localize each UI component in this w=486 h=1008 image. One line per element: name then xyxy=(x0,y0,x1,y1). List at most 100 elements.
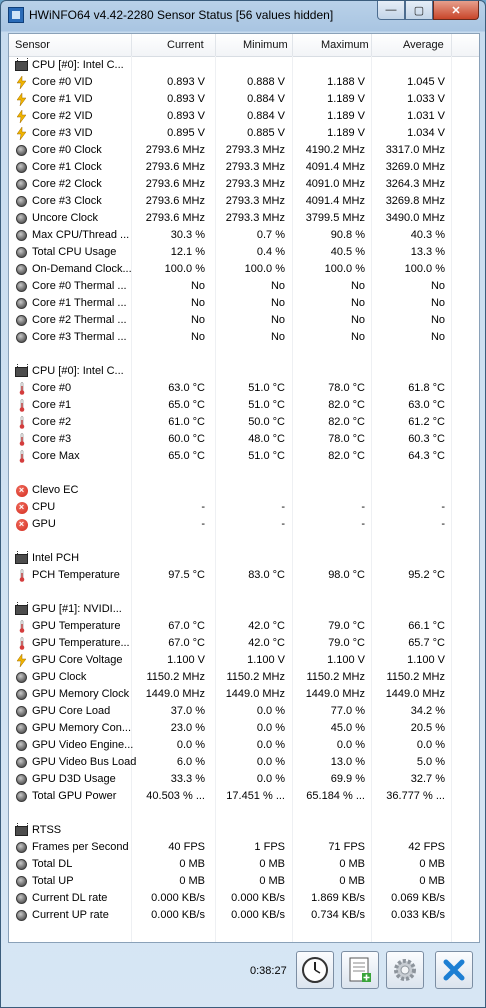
sensor-row[interactable]: Total GPU Power 40.503 % ... 17.451 % ... 6… xyxy=(9,788,479,805)
value-average: 0.069 KB/s xyxy=(391,892,445,904)
value-average: 42 FPS xyxy=(408,841,445,853)
sensor-row[interactable]: Core #1 65.0 °C 51.0 °C 82.0 °C 63.0 °C xyxy=(9,397,479,414)
thermometer-icon xyxy=(15,450,28,463)
sensor-label: GPU Video Bus Load xyxy=(32,756,137,768)
value-minimum: - xyxy=(281,518,285,530)
sensor-row[interactable]: Core #2 Thermal ... No No No No xyxy=(9,312,479,329)
sensor-row[interactable]: Core #0 Clock 2793.6 MHz 2793.3 MHz 4190.2 … xyxy=(9,142,479,159)
column-header-maximum[interactable]: Maximum xyxy=(321,39,369,51)
value-current: 65.0 °C xyxy=(168,399,205,411)
sensor-group-row[interactable]: CPU [#0]: Intel C... xyxy=(9,363,479,380)
value-maximum: 13.0 % xyxy=(330,756,365,768)
sensor-group-row[interactable]: CPU [#0]: Intel C... xyxy=(9,57,479,74)
sensor-row[interactable]: Core #2 VID 0.893 V 0.884 V 1.189 V 1.031 V xyxy=(9,108,479,125)
sensor-row[interactable]: GPU Memory Clock 1449.0 MHz 1449.0 MHz 1449… xyxy=(9,686,479,703)
value-minimum: 2793.3 MHz xyxy=(225,178,285,190)
dial-icon xyxy=(15,688,28,701)
sensor-row[interactable]: GPU Memory Con... 23.0 % 0.0 % 45.0 % 20.5 % xyxy=(9,720,479,737)
clock-button[interactable] xyxy=(296,951,334,989)
sensor-row[interactable]: GPU Video Engine... 0.0 % 0.0 % 0.0 % 0.0 % xyxy=(9,737,479,754)
column-header-average[interactable]: Average xyxy=(403,39,444,51)
close-button[interactable]: ✕ xyxy=(433,1,479,20)
settings-button[interactable] xyxy=(386,951,424,989)
sensor-row[interactable]: Max CPU/Thread ... 30.3 % 0.7 % 90.8 % 40.3 … xyxy=(9,227,479,244)
value-current: 0.893 V xyxy=(167,110,205,122)
value-maximum: 90.8 % xyxy=(330,229,365,241)
sensor-label: GPU D3D Usage xyxy=(32,773,116,785)
sensor-row[interactable]: Core #0 63.0 °C 51.0 °C 78.0 °C 61.8 °C xyxy=(9,380,479,397)
sensor-list[interactable]: Sensor Current Minimum Maximum Average C… xyxy=(8,33,480,943)
column-header-sensor[interactable]: Sensor xyxy=(15,39,50,51)
value-minimum: No xyxy=(270,280,285,292)
value-minimum: 0.888 V xyxy=(247,76,285,88)
sensor-row[interactable]: Core #3 Thermal ... No No No No xyxy=(9,329,479,346)
sensor-label: Total CPU Usage xyxy=(32,246,117,258)
sensor-group-row[interactable]: RTSS xyxy=(9,822,479,839)
title-bar[interactable]: HWiNFO64 v4.42-2280 Sensor Status [56 va… xyxy=(1,1,485,29)
sensor-group-row[interactable]: Intel PCH xyxy=(9,550,479,567)
sensor-row[interactable]: × CPU - - - - xyxy=(9,499,479,516)
value-average: 13.3 % xyxy=(410,246,445,258)
sensor-row[interactable]: Current DL rate 0.000 KB/s 0.000 KB/s 1.869… xyxy=(9,890,479,907)
log-button[interactable] xyxy=(341,951,379,989)
value-minimum: 0.0 % xyxy=(256,739,285,751)
value-maximum: 69.9 % xyxy=(330,773,365,785)
sensor-row[interactable]: GPU Temperature 67.0 °C 42.0 °C 79.0 °C 66.1… xyxy=(9,618,479,635)
sensor-row[interactable]: Current UP rate 0.000 KB/s 0.000 KB/s 0.734… xyxy=(9,907,479,924)
column-header-minimum[interactable]: Minimum xyxy=(243,39,288,51)
sensor-row[interactable]: Core #1 Thermal ... No No No No xyxy=(9,295,479,312)
sensor-label: Max CPU/Thread ... xyxy=(32,229,130,241)
sensor-row[interactable]: Core #1 Clock 2793.6 MHz 2793.3 MHz 4091.4 … xyxy=(9,159,479,176)
sensor-row[interactable]: Uncore Clock 2793.6 MHz 2793.3 MHz 3799.5 M… xyxy=(9,210,479,227)
sensor-row[interactable]: GPU Temperature... 67.0 °C 42.0 °C 79.0 °C 6… xyxy=(9,635,479,652)
sensor-label: Core #3 Clock xyxy=(32,195,102,207)
sensor-row[interactable]: Core #3 VID 0.895 V 0.885 V 1.189 V 1.034 V xyxy=(9,125,479,142)
column-header: Sensor Current Minimum Maximum Average xyxy=(9,34,479,57)
maximize-button[interactable]: ▢ xyxy=(405,1,433,20)
sensor-row[interactable]: Core #2 Clock 2793.6 MHz 2793.3 MHz 4091.0 … xyxy=(9,176,479,193)
close-sensors-button[interactable] xyxy=(435,951,473,989)
sensor-group-row[interactable]: GPU [#1]: NVIDI... xyxy=(9,601,479,618)
thermometer-icon xyxy=(15,416,28,429)
sensor-row[interactable]: PCH Temperature 97.5 °C 83.0 °C 98.0 °C 95.2… xyxy=(9,567,479,584)
close-icon xyxy=(443,959,465,981)
value-average: 3490.0 MHz xyxy=(385,212,445,224)
sensor-row[interactable]: × GPU - - - - xyxy=(9,516,479,533)
voltage-icon xyxy=(15,127,28,140)
value-average: 1.100 V xyxy=(407,654,445,666)
value-current: 0.895 V xyxy=(167,127,205,139)
sensor-row[interactable]: Frames per Second 40 FPS 1 FPS 71 FPS 42 FPS xyxy=(9,839,479,856)
sensor-row[interactable]: Total DL 0 MB 0 MB 0 MB 0 MB xyxy=(9,856,479,873)
sensor-row[interactable]: Total UP 0 MB 0 MB 0 MB 0 MB xyxy=(9,873,479,890)
sensor-row[interactable]: GPU Core Load 37.0 % 0.0 % 77.0 % 34.2 % xyxy=(9,703,479,720)
sensor-row[interactable]: Core #2 61.0 °C 50.0 °C 82.0 °C 61.2 °C xyxy=(9,414,479,431)
value-maximum: 78.0 °C xyxy=(328,382,365,394)
value-average: 1150.2 MHz xyxy=(386,671,446,683)
sensor-row[interactable]: Core Max 65.0 °C 51.0 °C 82.0 °C 64.3 °C xyxy=(9,448,479,465)
sensor-row[interactable]: Core #1 VID 0.893 V 0.884 V 1.189 V 1.033 V xyxy=(9,91,479,108)
value-maximum: 1.100 V xyxy=(327,654,365,666)
sensor-row[interactable]: Core #0 VID 0.893 V 0.888 V 1.188 V 1.045 V xyxy=(9,74,479,91)
sensor-row[interactable]: GPU Core Voltage 1.100 V 1.100 V 1.100 V 1.1… xyxy=(9,652,479,669)
sensor-group-row[interactable]: × Clevo EC xyxy=(9,482,479,499)
sensor-row[interactable]: Core #3 60.0 °C 48.0 °C 78.0 °C 60.3 °C xyxy=(9,431,479,448)
sensor-row[interactable]: Total CPU Usage 12.1 % 0.4 % 40.5 % 13.3 % xyxy=(9,244,479,261)
value-minimum: 2793.3 MHz xyxy=(225,195,285,207)
sensor-row[interactable]: On-Demand Clock... 100.0 % 100.0 % 100.0 % 1… xyxy=(9,261,479,278)
sensor-label: PCH Temperature xyxy=(32,569,120,581)
sensor-row[interactable]: GPU D3D Usage 33.3 % 0.0 % 69.9 % 32.7 % xyxy=(9,771,479,788)
sensor-row[interactable]: GPU Clock 1150.2 MHz 1150.2 MHz 1150.2 MHz 1… xyxy=(9,669,479,686)
sensor-row[interactable]: Core #3 Clock 2793.6 MHz 2793.3 MHz 4091.4 … xyxy=(9,193,479,210)
sensor-label: GPU Core Voltage xyxy=(32,654,123,666)
value-current: 1449.0 MHz xyxy=(145,688,205,700)
sensor-row[interactable]: Core #0 Thermal ... No No No No xyxy=(9,278,479,295)
group-label: Clevo EC xyxy=(32,484,79,496)
value-minimum: 48.0 °C xyxy=(248,433,285,445)
chip-icon xyxy=(15,550,28,565)
sensor-label: Core #1 xyxy=(32,399,72,411)
value-current: 65.0 °C xyxy=(168,450,205,462)
column-header-current[interactable]: Current xyxy=(167,39,204,51)
value-minimum: 0.000 KB/s xyxy=(231,892,285,904)
minimize-button[interactable]: — xyxy=(377,1,405,20)
sensor-row[interactable]: GPU Video Bus Load 6.0 % 0.0 % 13.0 % 5.0 % xyxy=(9,754,479,771)
